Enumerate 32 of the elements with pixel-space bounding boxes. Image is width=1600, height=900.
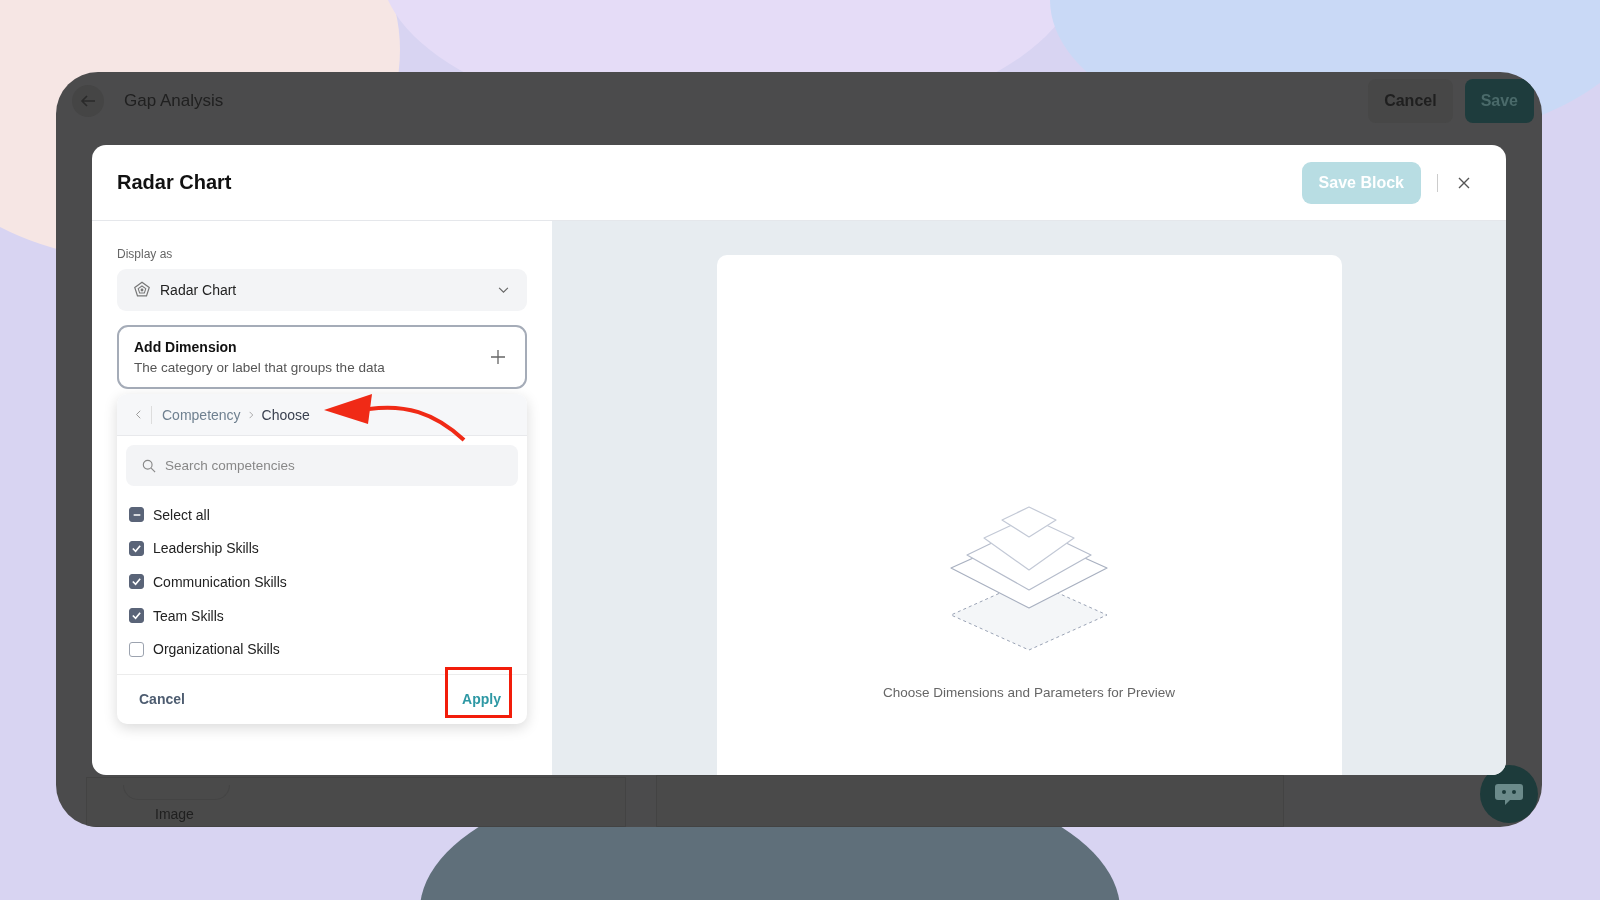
search-field[interactable]: Search competencies xyxy=(126,445,518,486)
add-dimension-title: Add Dimension xyxy=(134,339,238,355)
modal-title: Radar Chart xyxy=(117,171,232,194)
field-label: Display as xyxy=(117,247,174,261)
cancel-button[interactable]: Cancel xyxy=(135,685,189,714)
option-label: Select all xyxy=(153,506,210,523)
option-checkbox[interactable] xyxy=(129,641,144,657)
select-all-checkbox[interactable] xyxy=(129,507,144,523)
option-label: Communication Skills xyxy=(153,574,287,590)
plus-icon xyxy=(491,350,505,364)
check-icon xyxy=(131,576,142,588)
option-label: Organizational Skills xyxy=(153,641,280,658)
highlight-frame xyxy=(445,667,512,718)
preview-message: Choose Dimensions and Parameters for Preview xyxy=(883,685,1175,700)
chevron-right-icon xyxy=(248,410,254,419)
breadcrumb-link[interactable]: Choose xyxy=(261,406,310,423)
add-dimension-description: The category or label that groups the data xyxy=(134,360,386,375)
chevron-left-icon[interactable] xyxy=(135,410,141,419)
apply-button[interactable]: Apply xyxy=(458,683,505,716)
option-label: Leadership Skills xyxy=(153,540,259,557)
option-label: Team Skills xyxy=(153,607,224,624)
check-icon xyxy=(131,542,142,554)
option-checkbox[interactable] xyxy=(129,608,144,624)
chat-bubble-icon[interactable] xyxy=(1480,765,1538,823)
chevron-down-icon xyxy=(498,286,509,294)
breadcrumb-link[interactable]: Competency xyxy=(162,406,241,423)
add-dimension-button[interactable]: Add Dimension The category or label that groups the data xyxy=(117,325,527,389)
option-checkbox[interactable] xyxy=(129,540,144,556)
check-icon xyxy=(131,610,142,622)
option-checkbox[interactable] xyxy=(129,574,144,590)
chart-type-dropdown[interactable]: Radar Chart xyxy=(117,269,527,311)
pentagon-icon xyxy=(133,281,151,299)
